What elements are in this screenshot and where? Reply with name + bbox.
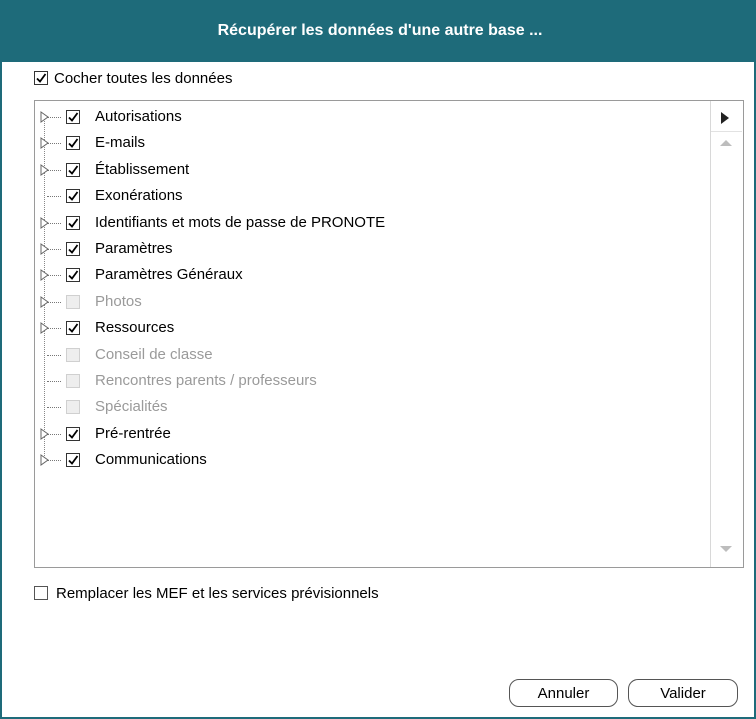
check-all-label: Cocher toutes les données <box>54 69 233 87</box>
tree-item-checkbox <box>66 374 80 388</box>
tree-item-label: Spécialités <box>95 398 168 416</box>
checkmark-icon <box>36 73 47 83</box>
tree-item-checkbox[interactable] <box>66 242 80 256</box>
tree-item-label: Photos <box>95 292 142 310</box>
tree-branch-line <box>47 407 61 409</box>
tree-item[interactable]: Autorisations <box>35 105 705 129</box>
tree-item-label: Pré-rentrée <box>95 424 171 442</box>
tree-branch-line <box>47 354 61 356</box>
tree-item: Conseil de classe <box>35 343 705 367</box>
tree-item-label: Paramètres <box>95 240 173 257</box>
scrollbar-divider <box>711 131 742 132</box>
expand-triangle-icon[interactable] <box>40 295 49 308</box>
expand-triangle-icon[interactable] <box>40 163 49 176</box>
tree-item[interactable]: E-mails <box>35 131 705 155</box>
checkmark-icon <box>68 191 79 202</box>
tree-item[interactable]: Paramètres <box>35 237 705 261</box>
data-tree: Autorisations E-mails Établissement Exonéra… <box>34 100 744 568</box>
scroll-up-arrow-icon[interactable] <box>719 139 733 147</box>
checkmark-icon <box>68 429 79 439</box>
expand-panel-icon[interactable] <box>720 111 730 125</box>
tree-branch-line <box>47 249 61 250</box>
tree-item-checkbox[interactable] <box>66 453 80 468</box>
tree-branch-line <box>47 117 61 118</box>
tree-item-checkbox[interactable] <box>66 321 80 336</box>
tree-item: Photos <box>35 290 705 314</box>
tree-item-label: Établissement <box>95 160 190 178</box>
check-all-option[interactable]: Cocher toutes les données <box>34 68 232 88</box>
replace-mef-label: Remplacer les MEF et les services prévis… <box>56 584 379 602</box>
tree-item-checkbox <box>66 294 80 309</box>
tree-item[interactable]: Pré-rentrée <box>35 422 705 446</box>
tree-item[interactable]: Identifiants et mots de passe de PRONOTE <box>35 211 705 235</box>
tree-item-checkbox[interactable] <box>66 136 80 151</box>
expand-triangle-icon[interactable] <box>40 427 49 440</box>
tree-item-checkbox[interactable] <box>66 110 80 124</box>
tree-item-checkbox[interactable] <box>66 215 80 230</box>
tree-item[interactable]: Ressources <box>35 316 705 340</box>
validate-button[interactable]: Valider <box>628 679 738 707</box>
tree-branch-line <box>47 460 61 462</box>
tree-item-checkbox <box>66 347 80 362</box>
expand-triangle-icon[interactable] <box>40 454 49 467</box>
checkmark-icon <box>68 165 79 175</box>
tree-item-label: Exonérations <box>95 187 183 205</box>
cancel-button[interactable]: Annuler <box>509 679 618 707</box>
scroll-down-arrow-icon[interactable] <box>719 545 733 553</box>
tree-item-label: Ressources <box>95 319 175 337</box>
dialog-title: Récupérer les données d'une autre base .… <box>217 22 543 39</box>
replace-mef-option[interactable]: Remplacer les MEF et les services prévis… <box>34 583 379 603</box>
tree-item-checkbox <box>66 400 80 415</box>
tree-branch-line <box>47 169 61 171</box>
check-all-checkbox[interactable] <box>34 71 48 85</box>
checkmark-icon <box>68 244 79 254</box>
tree-item-label: Communications <box>95 451 207 469</box>
tree-branch-line <box>47 301 61 303</box>
tree-item: Rencontres parents / professeurs <box>35 369 705 393</box>
tree-branch-line <box>47 328 61 330</box>
replace-mef-checkbox[interactable] <box>34 586 48 600</box>
tree-item[interactable]: Exonérations <box>35 184 705 208</box>
expand-triangle-icon[interactable] <box>40 269 49 282</box>
tree-item[interactable]: Établissement <box>35 158 705 182</box>
tree-branch-line <box>47 381 61 382</box>
checkmark-icon <box>68 112 79 122</box>
dialog-title-bar: Récupérer les données d'une autre base .… <box>2 0 756 62</box>
tree-item-label: Identifiants et mots de passe de PRONOTE <box>95 213 386 231</box>
checkmark-icon <box>68 270 79 281</box>
expand-triangle-icon[interactable] <box>40 243 49 255</box>
tree-item-label: Rencontres parents / professeurs <box>95 372 317 389</box>
tree-item-checkbox[interactable] <box>66 162 80 177</box>
tree-branch-line <box>47 433 61 435</box>
tree-item-label: Autorisations <box>95 108 182 125</box>
tree-item-label: Conseil de classe <box>95 345 213 363</box>
tree-item-label: Paramètres Généraux <box>95 266 243 284</box>
expand-triangle-icon[interactable] <box>40 322 49 335</box>
checkmark-icon <box>68 138 79 149</box>
tree-branch-line <box>47 275 61 277</box>
checkmark-icon <box>68 455 79 466</box>
dialog: Récupérer les données d'une autre base .… <box>0 0 756 719</box>
expand-triangle-icon[interactable] <box>40 216 49 229</box>
tree-item-label: E-mails <box>95 134 146 152</box>
tree-item: Spécialités <box>35 395 705 419</box>
tree-branch-line <box>47 222 61 224</box>
tree-item[interactable]: Paramètres Généraux <box>35 263 705 287</box>
tree-scrollbar[interactable] <box>710 101 743 567</box>
checkmark-icon <box>68 218 79 228</box>
tree-branch-line <box>47 196 61 198</box>
expand-triangle-icon[interactable] <box>40 137 49 150</box>
checkmark-icon <box>68 323 79 334</box>
tree-item[interactable]: Communications <box>35 448 705 472</box>
tree-item-checkbox[interactable] <box>66 268 80 283</box>
tree-branch-line <box>47 143 61 145</box>
tree-item-checkbox[interactable] <box>66 426 80 441</box>
expand-triangle-icon[interactable] <box>40 111 49 123</box>
tree-item-checkbox[interactable] <box>66 189 80 204</box>
